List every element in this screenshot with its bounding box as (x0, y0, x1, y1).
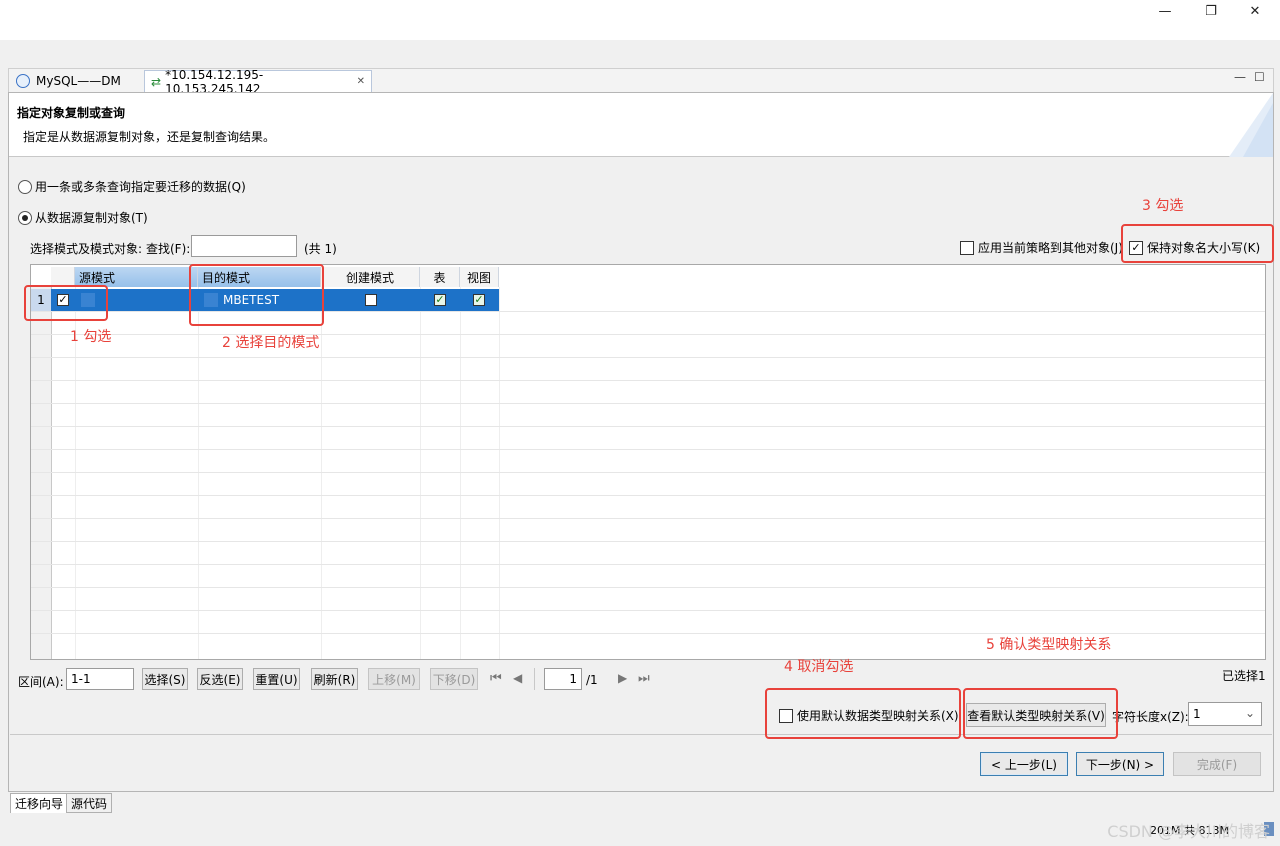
copy-objects-radio-label: 从数据源复制对象(T) (35, 211, 148, 225)
page-subtitle: 指定是从数据源复制对象，还是复制查询结果。 (23, 130, 276, 144)
refresh-button[interactable]: 刷新(R) (311, 668, 358, 690)
connection-icon (16, 74, 30, 88)
chevron-down-icon: ⌄ (1244, 706, 1255, 720)
pager-divider (534, 668, 535, 690)
next-button[interactable]: 下一步(N) > (1076, 752, 1164, 776)
annotation-box-1 (24, 285, 108, 321)
apply-policy-checkbox[interactable] (960, 240, 974, 255)
panel-maximize-button[interactable]: ☐ (1254, 70, 1265, 84)
annotation-box-3 (1121, 224, 1274, 263)
annotation-box-4 (765, 688, 961, 739)
create-schema-checkbox[interactable] (365, 294, 377, 306)
status-bar: 201M 共 813M (0, 816, 1280, 846)
option-query[interactable]: 用一条或多条查询指定要迁移的数据(Q) (18, 178, 246, 195)
annotation-2: 2 选择目的模式 (222, 335, 320, 351)
tab-source-code[interactable]: 源代码 (66, 793, 113, 813)
apply-policy-option[interactable]: 应用当前策略到其他对象(J) (960, 239, 1123, 256)
column-header-create[interactable]: 创建模式 (321, 267, 420, 287)
apply-policy-label: 应用当前策略到其他对象(J) (978, 241, 1123, 255)
option-copy-objects[interactable]: 从数据源复制对象(T) (18, 209, 148, 226)
annotation-box-2 (189, 264, 324, 326)
range-input[interactable]: 1-1 (66, 668, 134, 690)
find-label: 查找(F): (146, 242, 191, 256)
copy-objects-radio[interactable] (18, 210, 32, 225)
wizard-header: 指定对象复制或查询 指定是从数据源复制对象，还是复制查询结果。 (9, 93, 1273, 157)
prev-button[interactable]: < 上一步(L) (980, 752, 1068, 776)
tab-migration-wizard[interactable]: 迁移向导 (10, 793, 69, 813)
annotation-1: 1 勾选 (70, 329, 112, 345)
close-window-button[interactable]: ✕ (1232, 0, 1278, 22)
move-up-button[interactable]: 上移(M) (368, 668, 420, 690)
range-label: 区间(A): (18, 675, 64, 689)
row-header-column (31, 265, 52, 659)
column-header-check[interactable] (51, 267, 75, 287)
prev-page-icon[interactable]: ◀ (513, 671, 522, 685)
char-length-label: 字符长度x(Z): (1112, 710, 1189, 724)
window-titlebar: — ❐ ✕ (0, 0, 1280, 40)
invert-button[interactable]: 反选(E) (197, 668, 243, 690)
selected-count: 已选择1 (1222, 669, 1266, 683)
annotation-box-5 (963, 688, 1118, 739)
query-radio-label: 用一条或多条查询指定要迁移的数据(Q) (35, 180, 246, 194)
object-count: (共 1) (304, 242, 337, 256)
select-button[interactable]: 选择(S) (142, 668, 188, 690)
column-header-source[interactable]: 源模式 (75, 267, 198, 287)
table-checkbox[interactable] (434, 294, 446, 306)
tab-migration[interactable]: ⇄ *10.154.12.195-10.153.245.142 ✕ (144, 68, 372, 96)
panel-minimize-button[interactable]: — (1234, 70, 1246, 84)
first-page-icon[interactable]: ⏮ (490, 671, 502, 686)
page-input[interactable]: 1 (544, 668, 582, 690)
close-tab-icon[interactable]: ✕ (357, 76, 365, 87)
query-radio[interactable] (18, 179, 32, 194)
tab-mysql-dm[interactable]: MySQL——DM (10, 70, 142, 92)
annotation-3: 3 勾选 (1142, 198, 1184, 214)
transfer-arrows-icon: ⇄ (151, 74, 162, 89)
filter-label: 选择模式及模式对象: (30, 242, 143, 256)
restore-button[interactable]: ❐ (1188, 0, 1234, 22)
page-title: 指定对象复制或查询 (17, 106, 126, 120)
finish-button[interactable]: 完成(F) (1173, 752, 1261, 776)
annotation-4: 4 取消勾选 (784, 659, 854, 675)
minimize-button[interactable]: — (1142, 0, 1188, 22)
column-header-table[interactable]: 表 (420, 267, 460, 287)
column-header-view[interactable]: 视图 (460, 267, 499, 287)
next-page-icon[interactable]: ▶ (618, 671, 627, 685)
annotation-5: 5 确认类型映射关系 (986, 637, 1112, 653)
tab-label: MySQL——DM (36, 74, 121, 88)
csdn-watermark: CSDN @李大川的博客 (1107, 822, 1270, 841)
char-length-value: 1 (1193, 707, 1201, 721)
char-length-select[interactable]: 1 ⌄ (1188, 702, 1262, 726)
last-page-icon[interactable]: ⏭ (638, 671, 650, 686)
view-checkbox[interactable] (473, 294, 485, 306)
header-decoration-icon (1229, 93, 1273, 157)
page-total: /1 (586, 673, 598, 687)
move-down-button[interactable]: 下移(D) (430, 668, 478, 690)
find-input[interactable] (191, 235, 297, 257)
reset-button[interactable]: 重置(U) (253, 668, 300, 690)
